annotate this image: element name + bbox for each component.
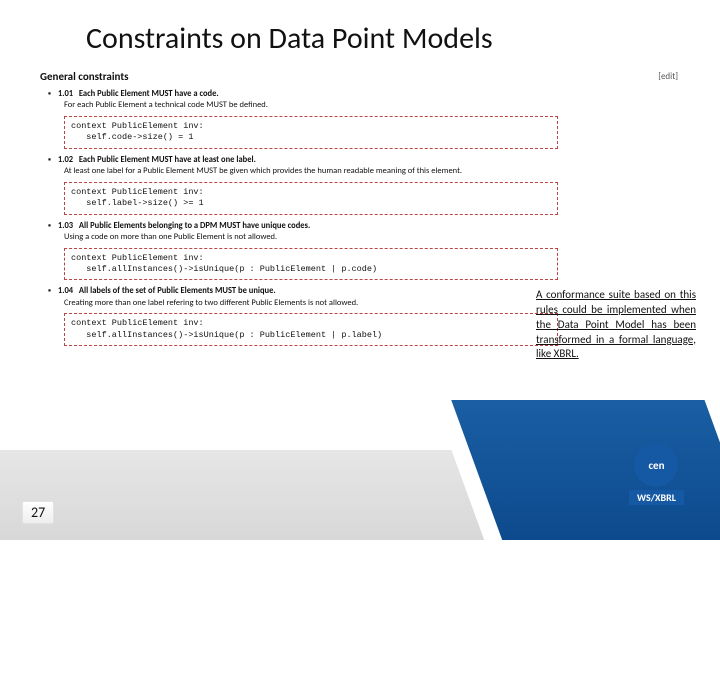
rule-desc: Using a code on more than one Public Ele… [64, 232, 544, 243]
section-heading: General constraints [40, 70, 680, 85]
logo-subtitle: WS/XBRL [629, 490, 684, 505]
rule-title: All labels of the set of Public Elements… [79, 286, 276, 296]
bullet-icon: ▪ [48, 89, 56, 100]
rule-number: 1.04 [58, 286, 73, 296]
rule-number: 1.01 [58, 89, 73, 99]
rule-number: 1.03 [58, 221, 73, 231]
slide-title: Constraints on Data Point Models [86, 20, 493, 57]
rule-code: context PublicElement inv: self.allInsta… [64, 248, 558, 281]
rule-code: context PublicElement inv: self.code->si… [64, 116, 558, 149]
cen-logo-icon: cen [634, 443, 678, 487]
rule-code: context PublicElement inv: self.label->s… [64, 182, 558, 215]
bullet-icon: ▪ [48, 286, 56, 297]
rule-desc: For each Public Element a technical code… [64, 100, 544, 111]
rule-code: context PublicElement inv: self.allInsta… [64, 313, 558, 346]
rule-title: All Public Elements belonging to a DPM M… [79, 221, 310, 231]
rule-desc: At least one label for a Public Element … [64, 166, 544, 177]
rule-desc: Creating more than one label refering to… [64, 298, 544, 309]
rule-number: 1.02 [58, 155, 73, 165]
bullet-icon: ▪ [48, 221, 56, 232]
bullet-icon: ▪ [48, 155, 56, 166]
cen-logo: cen WS/XBRL [629, 443, 684, 506]
rule-item: ▪ 1.01 Each Public Element MUST have a c… [48, 89, 680, 149]
rule-item: ▪ 1.03 All Public Elements belonging to … [48, 221, 680, 281]
callout-text: A conformance suite based on this rules … [536, 288, 696, 362]
rule-title: Each Public Element MUST have a code. [79, 89, 219, 99]
page-number: 27 [22, 501, 54, 524]
rule-title: Each Public Element MUST have at least o… [79, 155, 256, 165]
rule-item: ▪ 1.02 Each Public Element MUST have at … [48, 155, 680, 215]
